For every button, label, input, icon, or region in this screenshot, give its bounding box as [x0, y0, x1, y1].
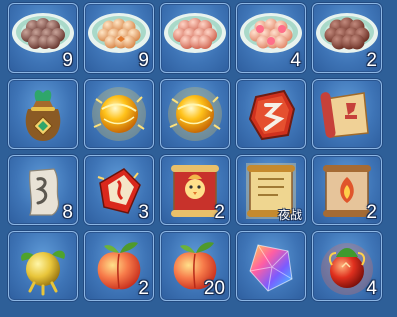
- item-quantity: 8: [62, 202, 73, 223]
- item-quantity: 9: [138, 50, 149, 71]
- item-quantity: 3: [138, 202, 149, 223]
- inventory-slot[interactable]: 2: [312, 155, 382, 225]
- inventory-slot[interactable]: [236, 231, 306, 301]
- inventory-grid: 9 9 4 2 8 3 2 夜战 2 2 20 4: [0, 0, 397, 317]
- item-quantity: 4: [366, 278, 377, 299]
- inventory-slot[interactable]: 9: [84, 3, 154, 73]
- red-seal-scroll-icon: [320, 92, 369, 138]
- inventory-slot[interactable]: [8, 79, 78, 149]
- lucky-bag-icon: [25, 90, 61, 141]
- golden-fruit-icon: [21, 250, 65, 296]
- inventory-slot[interactable]: [8, 231, 78, 301]
- golden-orb-icon: [168, 87, 222, 141]
- item-quantity: 9: [62, 50, 73, 71]
- inventory-slot[interactable]: [160, 3, 230, 73]
- inventory-slot[interactable]: 4: [312, 231, 382, 301]
- inventory-slot[interactable]: [312, 79, 382, 149]
- inventory-slot[interactable]: [236, 79, 306, 149]
- item-quantity: 2: [366, 202, 377, 223]
- glutinous-ball-plate-icon: [164, 13, 226, 53]
- inventory-slot[interactable]: 20: [160, 231, 230, 301]
- item-quantity: 4: [290, 50, 301, 71]
- inventory-slot[interactable]: [160, 79, 230, 149]
- red-rune-stone-icon: [248, 89, 296, 141]
- rainbow-crystal-icon: [249, 244, 293, 292]
- inventory-slot[interactable]: 2: [160, 155, 230, 225]
- inventory-slot[interactable]: 8: [8, 155, 78, 225]
- inventory-slot[interactable]: 2: [312, 3, 382, 73]
- inventory-slot[interactable]: 3: [84, 155, 154, 225]
- item-quantity: 2: [214, 202, 225, 223]
- golden-orb-icon: [92, 87, 146, 141]
- item-quantity: 2: [138, 278, 149, 299]
- inventory-slot[interactable]: 9: [8, 3, 78, 73]
- item-quantity: 20: [203, 278, 225, 299]
- inventory-slot[interactable]: 夜战: [236, 155, 306, 225]
- item-quantity: 2: [366, 50, 377, 71]
- item-tag: 夜战: [277, 208, 302, 222]
- inventory-slot[interactable]: [84, 79, 154, 149]
- inventory-slot[interactable]: 2: [84, 231, 154, 301]
- inventory-slot[interactable]: 4: [236, 3, 306, 73]
